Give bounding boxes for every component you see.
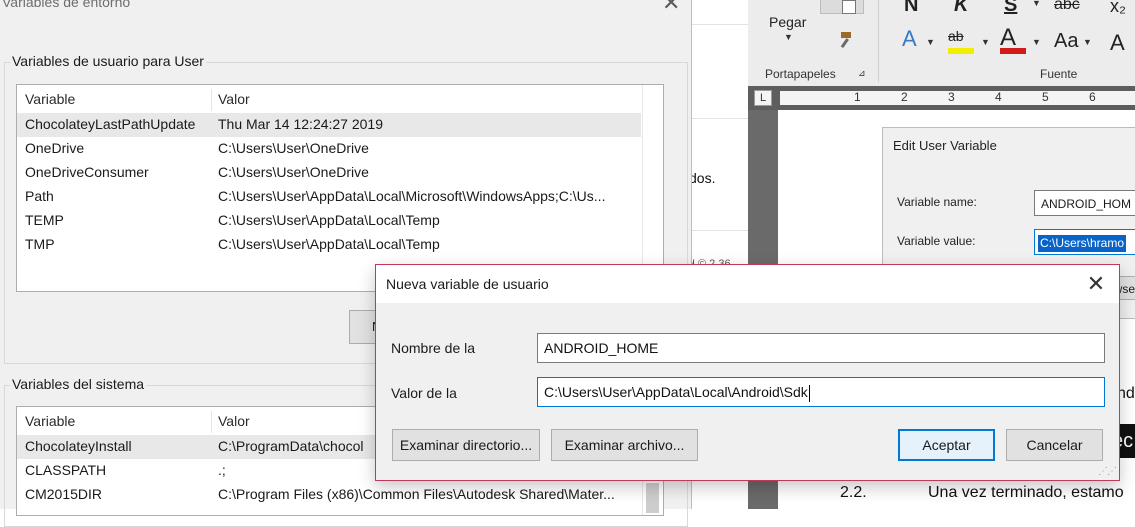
table-row[interactable]: Path C:\Users\User\AppData\Local\Microsof… <box>17 185 641 209</box>
horizontal-ruler: 1 2 3 4 5 6 <box>780 90 1135 105</box>
ruler-number: 1 <box>854 90 861 104</box>
ruler-number: 6 <box>1089 90 1096 104</box>
edit-name-label: Variable name: <box>897 195 977 209</box>
variable-cell: Path <box>25 188 54 204</box>
dialog-launcher-icon[interactable]: ⊿ <box>858 68 866 79</box>
variable-value-label: Valor de la <box>391 385 457 401</box>
variable-name-input[interactable]: ANDROID_HOME <box>537 333 1105 363</box>
bold-button[interactable]: N <box>904 0 918 17</box>
highlight-icon[interactable]: ab <box>948 28 974 54</box>
table-row[interactable]: ChocolateyLastPathUpdate Thu Mar 14 12:24… <box>17 113 641 137</box>
variable-cell: ChocolateyLastPathUpdate <box>25 116 196 132</box>
value-cell: C:\Users\User\AppData\Local\Temp <box>218 212 440 228</box>
table-row[interactable]: OneDrive C:\Users\User\OneDrive <box>17 137 641 161</box>
text-effects-button[interactable]: A <box>902 26 917 52</box>
user-vars-list[interactable]: Variable Valor ChocolateyLastPathUpdate T… <box>16 84 664 292</box>
copy-icon[interactable] <box>842 0 856 14</box>
browse-directory-button[interactable]: Examinar directorio... <box>392 429 540 461</box>
edit-value-label: Variable value: <box>897 234 976 248</box>
chevron-down-icon[interactable]: ▼ <box>1083 37 1092 47</box>
value-cell: C:\ProgramData\chocol <box>218 438 364 454</box>
value-cell: C:\Program Files (x86)\Common Files\Auto… <box>218 486 615 502</box>
title-bar: Nueva variable de usuario ✕ <box>376 265 1119 303</box>
resize-grip-icon[interactable]: ⋰⋰ <box>1098 466 1117 477</box>
underline-button[interactable]: S <box>1004 0 1017 17</box>
column-header-value[interactable]: Valor <box>218 413 250 429</box>
variable-cell: ChocolateyInstall <box>25 438 132 454</box>
table-row[interactable]: CM2015DIR C:\Program Files (x86)\Common F… <box>17 483 641 507</box>
edit-value-field[interactable]: C:\Users\hramo <box>1034 229 1135 255</box>
chevron-down-icon[interactable]: ▼ <box>926 37 935 47</box>
variable-cell: OneDrive <box>25 140 85 156</box>
dialog-title: Variables de entorno <box>2 0 131 10</box>
ruler-number: 4 <box>995 90 1002 104</box>
value-cell: C:\Users\User\AppData\Local\Microsoft\Wi… <box>218 188 606 204</box>
value-cell: C:\Users\User\OneDrive <box>218 164 369 180</box>
italic-button[interactable]: K <box>954 0 968 17</box>
table-row[interactable]: TEMP C:\Users\User\AppData\Local\Temp <box>17 209 641 233</box>
edit-dialog-title: Edit User Variable <box>893 138 997 153</box>
ruler-number: 5 <box>1042 90 1049 104</box>
chevron-down-icon[interactable]: ▼ <box>784 32 793 42</box>
browse-file-button[interactable]: Examinar archivo... <box>551 429 698 461</box>
subscript-button[interactable]: x₂ <box>1110 0 1126 17</box>
tab-selector[interactable]: L <box>754 90 772 106</box>
column-header-variable[interactable]: Variable <box>25 413 75 429</box>
font-color-icon[interactable]: A <box>1000 24 1026 54</box>
ruler-number: 3 <box>948 90 955 104</box>
text-caret <box>808 384 810 402</box>
table-row[interactable]: OneDriveConsumer C:\Users\User\OneDrive <box>17 161 641 185</box>
edit-value-selection: C:\Users\hramo <box>1038 235 1127 252</box>
chevron-down-icon[interactable]: ▼ <box>1032 0 1041 8</box>
change-case-button[interactable]: Aa <box>1054 30 1078 53</box>
variable-cell: TEMP <box>25 212 64 228</box>
value-cell: C:\Users\User\OneDrive <box>218 140 369 156</box>
variable-value-input[interactable]: C:\Users\User\AppData\Local\Android\Sdk <box>537 377 1105 407</box>
strikethrough-button[interactable]: abc <box>1054 0 1080 14</box>
edit-name-field[interactable]: ANDROID_HOM <box>1034 190 1135 216</box>
value-cell: C:\Users\User\AppData\Local\Temp <box>218 236 440 252</box>
variable-cell: TMP <box>25 236 55 252</box>
format-painter-icon[interactable] <box>832 30 854 55</box>
ok-button[interactable]: Aceptar <box>898 429 995 461</box>
section-text: Una vez terminado, estamo <box>928 484 1124 501</box>
variable-value-text: C:\Users\User\AppData\Local\Android\Sdk <box>544 384 808 400</box>
value-cell: Thu Mar 14 12:24:27 2019 <box>218 116 384 132</box>
clipboard-group-label: Portapapeles <box>765 67 836 81</box>
dialog-title: Nueva variable de usuario <box>386 276 549 292</box>
system-vars-label: Variables del sistema <box>10 376 147 392</box>
chevron-down-icon[interactable]: ▼ <box>1032 37 1041 47</box>
word-ribbon: Pegar ▼ Portapapeles ⊿ N K S ▼ abc x₂ A … <box>748 0 1135 87</box>
doc-fragment: dos. <box>689 170 716 186</box>
font-group-label: Fuente <box>1040 67 1078 81</box>
variable-cell: CM2015DIR <box>25 486 103 502</box>
column-header-variable[interactable]: Variable <box>25 91 75 107</box>
vertical-scrollbar[interactable] <box>642 85 663 291</box>
chevron-down-icon[interactable]: ▼ <box>981 37 990 47</box>
cancel-button[interactable]: Cancelar <box>1006 429 1103 461</box>
new-user-variable-dialog: Nueva variable de usuario ✕ Nombre de la… <box>375 264 1120 481</box>
grow-font-button[interactable]: A <box>1110 30 1125 56</box>
paste-label[interactable]: Pegar <box>769 14 806 30</box>
close-icon[interactable]: ✕ <box>662 0 680 16</box>
variable-cell: OneDriveConsumer <box>25 164 149 180</box>
column-header-value[interactable]: Valor <box>218 91 250 107</box>
ribbon-divider <box>878 0 879 82</box>
user-vars-label: Variables de usuario para User <box>10 53 206 69</box>
value-cell: .; <box>218 462 226 478</box>
section-number: 2.2. <box>840 484 867 501</box>
table-row[interactable]: TMP C:\Users\User\AppData\Local\Temp <box>17 233 641 257</box>
ruler-number: 2 <box>901 90 908 104</box>
list-header: Variable Valor <box>17 85 663 113</box>
close-icon[interactable]: ✕ <box>1079 268 1113 300</box>
variable-cell: CLASSPATH <box>25 462 107 478</box>
variable-name-label: Nombre de la <box>391 340 476 356</box>
